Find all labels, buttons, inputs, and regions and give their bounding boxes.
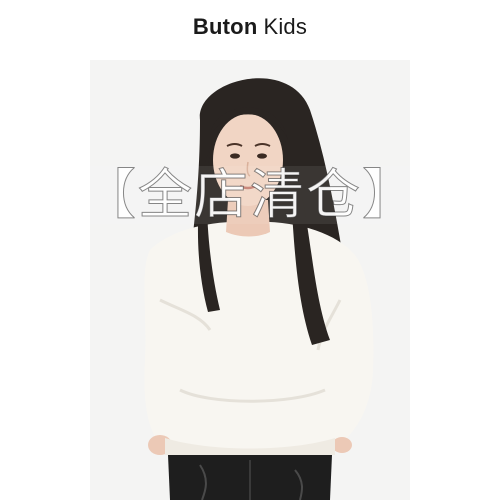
model-illustration bbox=[90, 60, 410, 500]
brand-logo: Buton Kids bbox=[0, 12, 500, 42]
clearance-banner: 【全店清仓】 bbox=[60, 160, 440, 230]
product-photo[interactable] bbox=[90, 60, 410, 500]
product-card: Buton Kids 【全店清仓】 bbox=[0, 0, 500, 500]
brand-name-bold: Buton bbox=[192, 14, 258, 39]
brand-name-light: Kids bbox=[263, 14, 308, 39]
banner-text: 【全店清仓】 bbox=[82, 163, 418, 227]
